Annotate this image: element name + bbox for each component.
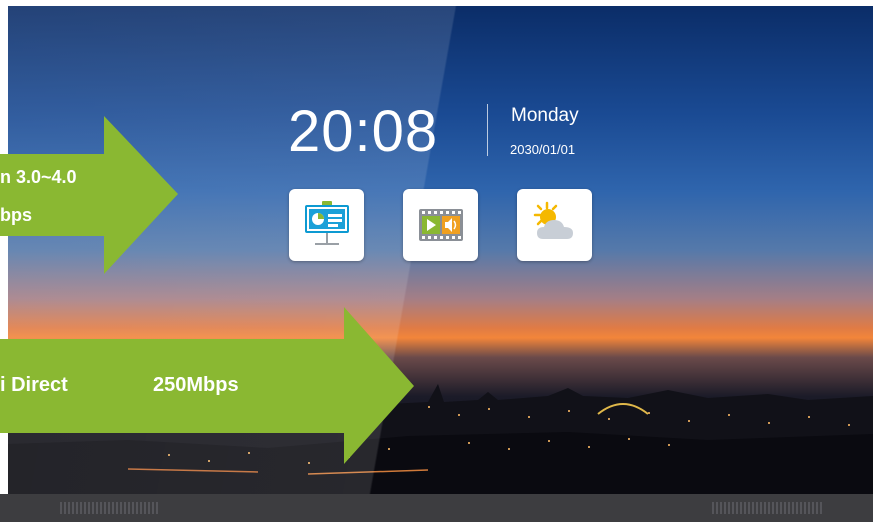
media-player-icon <box>413 197 469 253</box>
media-player-app-tile[interactable] <box>403 189 478 261</box>
upper-arrow-line2: bps <box>0 205 33 225</box>
lower-arrow-label: i Direct <box>0 374 68 396</box>
speaker-grille-left <box>60 502 160 514</box>
weather-app-tile[interactable] <box>517 189 592 261</box>
presentation-icon <box>299 197 355 253</box>
display-device: 20:08 Monday 2030/01/01 n 3.0~4.0 bps i … <box>0 0 873 522</box>
lower-arrow-speed: 250Mbps <box>153 374 239 396</box>
speaker-grille-right <box>712 502 822 514</box>
weather-icon <box>527 197 583 253</box>
clock-divider <box>487 104 488 156</box>
clock-day: Monday <box>511 105 579 126</box>
clock-date: 2030/01/01 <box>510 142 576 157</box>
upper-arrow-line1: n 3.0~4.0 <box>0 167 77 187</box>
presentation-app-tile[interactable] <box>289 189 364 261</box>
upper-arrow <box>0 116 178 274</box>
clock-time: 20:08 <box>288 99 439 164</box>
